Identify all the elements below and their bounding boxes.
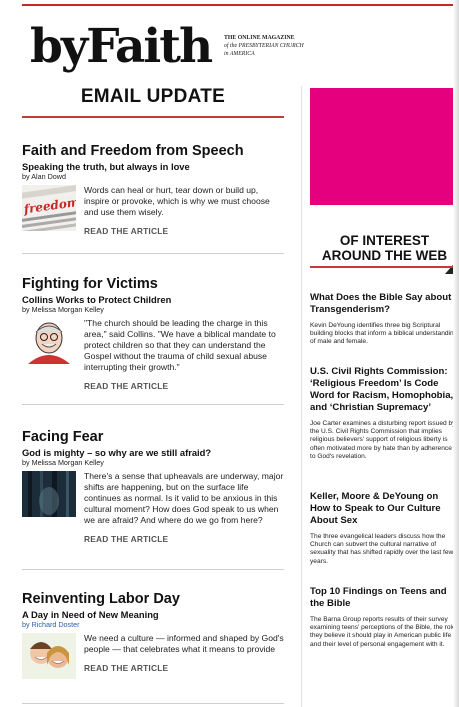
column-divider xyxy=(301,86,302,707)
sidebar-item: Top 10 Findings on Teens and the Bible T… xyxy=(310,586,459,649)
article-title[interactable]: Facing Fear xyxy=(22,429,284,446)
masthead-tagline: THE ONLINE MAGAZINE of the PRESBYTERIAN … xyxy=(224,34,364,58)
article-subtitle: A Day in Need of New Meaning xyxy=(22,609,159,620)
article-blurb: Words can heal or hurt, tear down or bui… xyxy=(84,185,270,217)
article-byline: by Alan Dowd xyxy=(22,172,66,181)
sidebar-item-title[interactable]: What Does the Bible Say about Transgende… xyxy=(310,292,459,316)
article-subtitle: God is mighty – so why are we still afra… xyxy=(22,447,212,458)
page-edge-shadow xyxy=(453,0,459,707)
read-the-article-link[interactable]: READ THE ARTICLE xyxy=(84,381,284,391)
article-title[interactable]: Reinventing Labor Day xyxy=(22,591,284,608)
article-faith-freedom: Faith and Freedom from Speech Speaking t… xyxy=(22,143,284,236)
masthead[interactable]: byFaith THE ONLINE MAGAZINE of the PRESB… xyxy=(30,23,360,72)
read-the-article-link[interactable]: READ THE ARTICLE xyxy=(84,534,284,544)
tagline-line-2: of the PRESBYTERIAN CHURCH xyxy=(224,43,304,49)
sidebar-rule xyxy=(310,266,459,268)
smiling-couple-thumbnail[interactable] xyxy=(22,633,76,679)
sidebar-item: Keller, Moore & DeYoung on How to Speak … xyxy=(310,491,459,566)
sidebar-item: What Does the Bible Say about Transgende… xyxy=(310,292,459,347)
sidebar-item-title[interactable]: U.S. Civil Rights Commission: ‘Religious… xyxy=(310,366,459,414)
article-facing-fear: Facing Fear God is mighty – so why are w… xyxy=(22,429,284,544)
promo-banner[interactable] xyxy=(310,88,459,274)
section-rule xyxy=(22,116,284,118)
sidebar-title: OF INTEREST AROUND THE WEB xyxy=(321,233,448,263)
article-blurb: There's a sense that upheavals are under… xyxy=(84,471,284,525)
byfaith-logo[interactable]: byFaith xyxy=(30,23,213,70)
article-divider xyxy=(22,703,284,704)
article-divider xyxy=(22,253,284,254)
top-accent-line xyxy=(22,4,459,6)
article-labor-day: Reinventing Labor Day A Day in Need of N… xyxy=(22,591,284,679)
article-fighting-victims: Fighting for Victims Collins Works to Pr… xyxy=(22,276,284,391)
article-blurb: We need a culture — informed and shaped … xyxy=(84,633,284,654)
article-subtitle: Collins Works to Protect Children xyxy=(22,294,172,305)
article-blurb: "The church should be leading the charge… xyxy=(84,318,276,372)
article-title[interactable]: Fighting for Victims xyxy=(22,276,284,293)
email-update-header: EMAIL UPDATE xyxy=(22,86,284,118)
article-byline: by Melissa Morgan Kelley xyxy=(22,305,104,314)
article-body: "The church should be leading the charge… xyxy=(22,318,284,391)
dark-forest-thumbnail[interactable] xyxy=(22,471,76,517)
article-body: There's a sense that upheavals are under… xyxy=(22,471,284,544)
sidebar-item-body: The Barna Group reports results of their… xyxy=(310,616,456,648)
sidebar-item-title[interactable]: Top 10 Findings on Teens and the Bible xyxy=(310,586,459,610)
article-body: freedom Words can heal or hurt, tear dow… xyxy=(22,185,284,236)
section-title: EMAIL UPDATE xyxy=(80,86,226,107)
article-body: We need a culture — informed and shaped … xyxy=(22,633,284,679)
sidebar-item-body: The three evangelical leaders discuss ho… xyxy=(310,533,454,565)
tagline-line-1: THE ONLINE MAGAZINE xyxy=(224,35,295,41)
read-the-article-link[interactable]: READ THE ARTICLE xyxy=(84,226,284,236)
article-byline: by Melissa Morgan Kelley xyxy=(22,458,104,467)
article-divider xyxy=(22,404,284,405)
sidebar-item-title[interactable]: Keller, Moore & DeYoung on How to Speak … xyxy=(310,491,459,527)
sidebar-item-body: Kevin DeYoung identifies three big Scrip… xyxy=(310,322,458,346)
article-divider xyxy=(22,569,284,570)
sidebar-item: U.S. Civil Rights Commission: ‘Religious… xyxy=(310,366,459,461)
caricature-portrait-thumbnail[interactable] xyxy=(22,318,76,364)
article-title[interactable]: Faith and Freedom from Speech xyxy=(22,143,284,160)
read-the-article-link[interactable]: READ THE ARTICLE xyxy=(84,663,284,673)
article-subtitle: Speaking the truth, but always in love xyxy=(22,161,190,172)
freedom-newspaper-thumbnail[interactable]: freedom xyxy=(22,185,76,231)
article-byline-link[interactable]: by Richard Doster xyxy=(22,620,284,629)
tagline-line-3: in AMERICA xyxy=(224,51,255,57)
sidebar-item-body: Joe Carter examines a disturbing report … xyxy=(310,420,456,460)
